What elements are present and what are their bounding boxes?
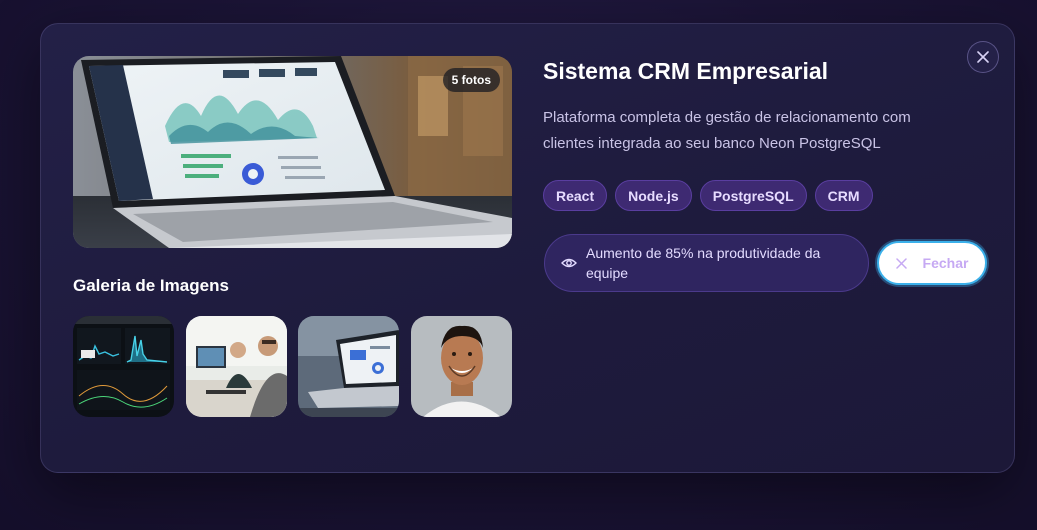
project-title: Sistema CRM Empresarial bbox=[543, 58, 829, 84]
photo-count-badge: 5 fotos bbox=[442, 68, 500, 92]
gallery-title: Galeria de Imagens bbox=[73, 276, 229, 295]
tech-tags: React Node.js PostgreSQL CRM bbox=[543, 180, 873, 211]
tag-postgresql: PostgreSQL bbox=[699, 180, 807, 211]
eye-icon bbox=[561, 258, 577, 268]
portrait-thumbnail-image bbox=[411, 316, 512, 417]
gallery-thumbnail-4[interactable] bbox=[411, 316, 512, 417]
project-modal: 5 fotos Galeria de Imagens Sistema CRM E… bbox=[40, 23, 1015, 473]
close-modal-button[interactable] bbox=[967, 41, 999, 73]
gallery-thumbnail-1[interactable] bbox=[73, 316, 174, 417]
main-image[interactable]: 5 fotos bbox=[73, 56, 512, 248]
close-icon bbox=[977, 51, 989, 63]
fechar-label: Fechar bbox=[922, 255, 969, 271]
dashboard-thumbnail-image bbox=[73, 316, 174, 417]
metric-badge: Aumento de 85% na produtividade da equip… bbox=[544, 234, 869, 292]
tag-crm: CRM bbox=[814, 180, 873, 211]
tag-nodejs: Node.js bbox=[615, 180, 692, 211]
team-working-thumbnail-image bbox=[186, 316, 287, 417]
metric-text: Aumento de 85% na produtividade da equip… bbox=[586, 245, 821, 281]
project-description: Plataforma completa de gestão de relacio… bbox=[543, 109, 911, 152]
x-icon bbox=[895, 257, 907, 269]
gallery-thumbnail-2[interactable] bbox=[186, 316, 287, 417]
tag-react: React bbox=[543, 180, 608, 211]
gallery-thumbnail-3[interactable] bbox=[298, 316, 399, 417]
fechar-button[interactable]: Fechar bbox=[877, 241, 987, 285]
laptop-analytics-thumbnail-image bbox=[298, 316, 399, 417]
